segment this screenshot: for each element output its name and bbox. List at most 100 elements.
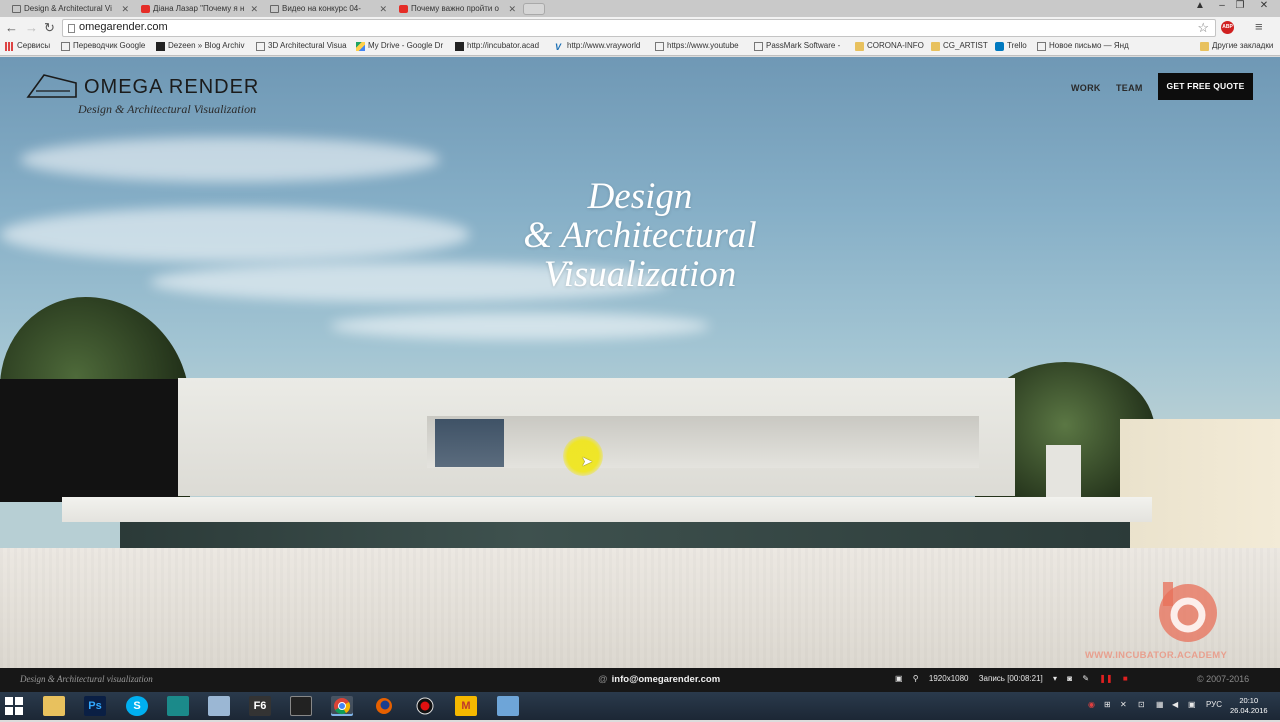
language-indicator[interactable]: РУС bbox=[1206, 700, 1222, 709]
shield-icon bbox=[256, 42, 265, 51]
tray-icon[interactable]: ✕ bbox=[1120, 700, 1127, 709]
tray-icon[interactable]: ▣ bbox=[1188, 700, 1196, 709]
back-icon[interactable]: ← bbox=[5, 20, 18, 35]
get-free-quote-button[interactable]: GET FREE QUOTE bbox=[1158, 73, 1253, 100]
close-icon[interactable]: ✕ bbox=[508, 4, 516, 15]
bookmark-item[interactable]: Сервисы bbox=[5, 41, 50, 51]
bookmark-item[interactable]: Dezeen » Blog Archiv bbox=[156, 41, 245, 51]
tab-2[interactable]: Видео на конкурс 04- ✕ bbox=[260, 1, 393, 17]
bookmark-item[interactable]: Новое письмо — Янд bbox=[1037, 41, 1129, 51]
windows-start-icon[interactable] bbox=[5, 697, 23, 715]
bookmark-item[interactable]: Trello bbox=[995, 41, 1027, 51]
footer-email[interactable]: @ info@omegarender.com bbox=[598, 674, 720, 685]
adblock-icon[interactable]: ABP bbox=[1221, 21, 1234, 34]
youtube-icon bbox=[399, 5, 408, 13]
hero-line: Visualization bbox=[543, 254, 737, 295]
tab-0[interactable]: Design & Architectural Vi ✕ bbox=[2, 1, 135, 17]
window-close-icon[interactable]: ✕ bbox=[1254, 0, 1274, 11]
pen-icon[interactable]: ✎ bbox=[1082, 674, 1089, 683]
photoshop-icon[interactable]: Ps bbox=[84, 696, 106, 716]
skype-icon[interactable]: S bbox=[126, 696, 148, 716]
clock[interactable]: 20:10 26.04.2016 bbox=[1230, 696, 1268, 716]
bookmarks-bar: Сервисы Переводчик Google Dezeen » Blog … bbox=[0, 39, 1280, 56]
stop-icon[interactable]: ■ bbox=[1123, 674, 1128, 683]
chrome-icon[interactable] bbox=[331, 696, 353, 716]
clock-date: 26.04.2016 bbox=[1230, 706, 1268, 715]
video-icon[interactable] bbox=[290, 696, 312, 716]
restore-icon[interactable]: ❐ bbox=[1230, 0, 1250, 11]
explorer-icon[interactable] bbox=[43, 696, 65, 716]
bookmark-item[interactable]: Переводчик Google bbox=[61, 41, 145, 51]
tray-icon[interactable]: ⊡ bbox=[1138, 700, 1145, 709]
dezeen-icon bbox=[156, 42, 165, 51]
cursor-icon: ➤ bbox=[581, 453, 593, 469]
address-bar[interactable]: omegarender.com ☆ bbox=[62, 19, 1216, 37]
tray-icon[interactable]: ◉ bbox=[1088, 700, 1095, 709]
page-icon bbox=[61, 42, 70, 51]
bookmark-label: Dezeen » Blog Archiv bbox=[168, 41, 245, 50]
minimize-icon[interactable]: – bbox=[1212, 0, 1232, 11]
building bbox=[1120, 419, 1280, 554]
dropdown-icon[interactable]: ▾ bbox=[1053, 674, 1057, 683]
bookmark-item[interactable]: Vhttp://www.vrayworld bbox=[555, 41, 640, 52]
bookmark-item[interactable]: My Drive - Google Dr bbox=[356, 41, 443, 51]
bookmark-label: Другие закладки bbox=[1212, 41, 1274, 50]
reload-icon[interactable]: ↻ bbox=[44, 20, 55, 36]
hero-line: Design bbox=[587, 176, 693, 217]
close-icon[interactable]: ✕ bbox=[121, 4, 129, 15]
close-icon[interactable]: ✕ bbox=[250, 4, 258, 15]
bookmark-item[interactable]: http://incubator.acad bbox=[455, 41, 539, 51]
m-icon[interactable]: M bbox=[455, 696, 477, 716]
cloud bbox=[20, 137, 440, 182]
bookmark-label: PassMark Software - bbox=[766, 41, 841, 50]
camera-icon[interactable]: ◙ bbox=[1067, 674, 1072, 683]
tab-3[interactable]: Почему важно пройти о ✕ bbox=[389, 1, 522, 17]
3ds-icon[interactable] bbox=[167, 696, 189, 716]
chimney bbox=[1046, 445, 1081, 497]
nav-work[interactable]: WORK bbox=[1071, 83, 1101, 93]
window-icon[interactable] bbox=[497, 696, 519, 716]
firefox-icon[interactable] bbox=[373, 696, 395, 716]
house-window bbox=[435, 419, 504, 467]
network-icon[interactable]: ▦ bbox=[1156, 700, 1164, 709]
tab-1[interactable]: Діана Лазар "Почему я н ✕ bbox=[131, 1, 264, 17]
passmark-icon bbox=[754, 42, 763, 51]
bookmark-item[interactable]: https://www.youtube bbox=[655, 41, 739, 51]
bookmark-item[interactable]: 3D Architectural Visua bbox=[256, 41, 347, 51]
zoom-icon[interactable]: ⚲ bbox=[913, 674, 919, 683]
f6-icon[interactable]: F6 bbox=[249, 696, 271, 716]
wall bbox=[0, 379, 178, 502]
menu-icon[interactable]: ≡ bbox=[1255, 19, 1263, 34]
tab-title: Видео на конкурс 04- bbox=[282, 4, 361, 13]
sound-icon[interactable]: ◀ bbox=[1172, 700, 1178, 709]
hero-line: & Architectural bbox=[523, 215, 757, 256]
cloud bbox=[0, 207, 470, 262]
star-icon[interactable]: ☆ bbox=[1197, 20, 1209, 36]
incubator-icon bbox=[455, 42, 464, 51]
url-text: omegarender.com bbox=[79, 21, 168, 33]
tab-title: Design & Architectural Vi bbox=[24, 4, 112, 13]
mail-icon bbox=[1037, 42, 1046, 51]
page-icon bbox=[12, 5, 21, 13]
record-icon[interactable] bbox=[414, 696, 436, 716]
tab-strip: Design & Architectural Vi ✕ Діана Лазар … bbox=[0, 0, 1280, 17]
bookmark-item[interactable]: CORONA-INFO bbox=[855, 41, 924, 51]
bookmark-item[interactable]: PassMark Software - bbox=[754, 41, 841, 51]
resolution-text: 1920x1080 bbox=[928, 674, 969, 683]
footer-tagline: Design & Architectural visualization bbox=[20, 674, 153, 684]
bookmark-label: 3D Architectural Visua bbox=[268, 41, 347, 50]
forward-icon[interactable]: → bbox=[25, 20, 38, 35]
pause-icon[interactable]: ❚❚ bbox=[1099, 674, 1112, 683]
bookmark-item[interactable]: CG_ARTIST bbox=[931, 41, 988, 51]
windows-tray-icon[interactable]: ⊞ bbox=[1104, 700, 1111, 709]
house-recess bbox=[427, 416, 979, 468]
nav-team[interactable]: TEAM bbox=[1116, 83, 1143, 93]
taskbar: Ps S F6 M ◉ ⊞ ✕ ⊡ ▦ ◀ ▣ РУС 20:10 26.04.… bbox=[0, 692, 1280, 720]
new-tab-button[interactable] bbox=[523, 3, 545, 15]
other-bookmarks[interactable]: Другие закладки bbox=[1200, 41, 1274, 51]
close-icon[interactable]: ✕ bbox=[379, 4, 387, 15]
user-icon[interactable]: ▲ bbox=[1190, 0, 1210, 11]
screen-icon[interactable]: ▣ bbox=[895, 674, 903, 683]
notepad-icon[interactable] bbox=[208, 696, 230, 716]
bookmark-label: Новое письмо — Янд bbox=[1049, 41, 1129, 50]
